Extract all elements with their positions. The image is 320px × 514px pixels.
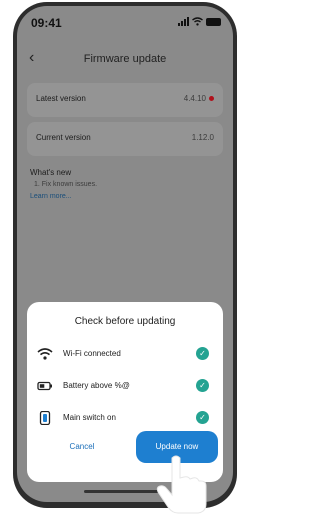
page-title: Firmware update [83, 53, 167, 65]
latest-version-card: Latest version 4.4.10 [27, 83, 223, 117]
status-bar: 09:41 [17, 6, 233, 40]
nav-bar: ‹ Firmware update [17, 46, 233, 76]
check-row-switch: Main switch on ✓ [37, 410, 213, 428]
status-icons [178, 17, 221, 26]
check-mark-icon: ✓ [196, 347, 209, 360]
wifi-icon [37, 348, 53, 360]
current-version-label: Current version [36, 133, 91, 142]
screen: 09:41 ‹ Firmware update Latest version 4… [17, 6, 233, 502]
current-version-value: 1.12.0 [191, 133, 214, 142]
learn-more-link[interactable]: Learn more... [30, 193, 97, 200]
switch-icon [39, 411, 51, 425]
check-mark-icon: ✓ [196, 411, 209, 424]
latest-version-label: Latest version [36, 94, 86, 103]
signal-icon [178, 17, 189, 26]
cancel-button[interactable]: Cancel [47, 433, 117, 461]
check-row-wifi: Wi-Fi connected ✓ [37, 346, 213, 364]
sheet-title: Check before updating [74, 316, 176, 327]
battery-status-icon [206, 17, 221, 26]
check-label-battery: Battery above %@ [63, 381, 130, 390]
check-label-wifi: Wi-Fi connected [63, 349, 121, 358]
latest-version-value: 4.4.10 [183, 94, 206, 103]
whats-new-section: What's new 1. Fix known issues. Learn mo… [30, 168, 97, 200]
tap-hand-icon [156, 455, 207, 514]
whats-new-item: 1. Fix known issues. [34, 181, 98, 188]
battery-icon [37, 381, 52, 391]
update-available-dot [209, 96, 214, 101]
whats-new-title: What's new [30, 168, 72, 177]
latest-version-value-wrap: 4.4.10 [184, 94, 214, 103]
check-mark-icon: ✓ [196, 379, 209, 392]
wifi-status-icon [192, 17, 203, 26]
check-row-battery: Battery above %@ ✓ [37, 378, 213, 396]
current-version-card: Current version 1.12.0 [27, 122, 223, 156]
check-label-switch: Main switch on [63, 413, 116, 422]
status-time: 09:41 [31, 16, 62, 30]
